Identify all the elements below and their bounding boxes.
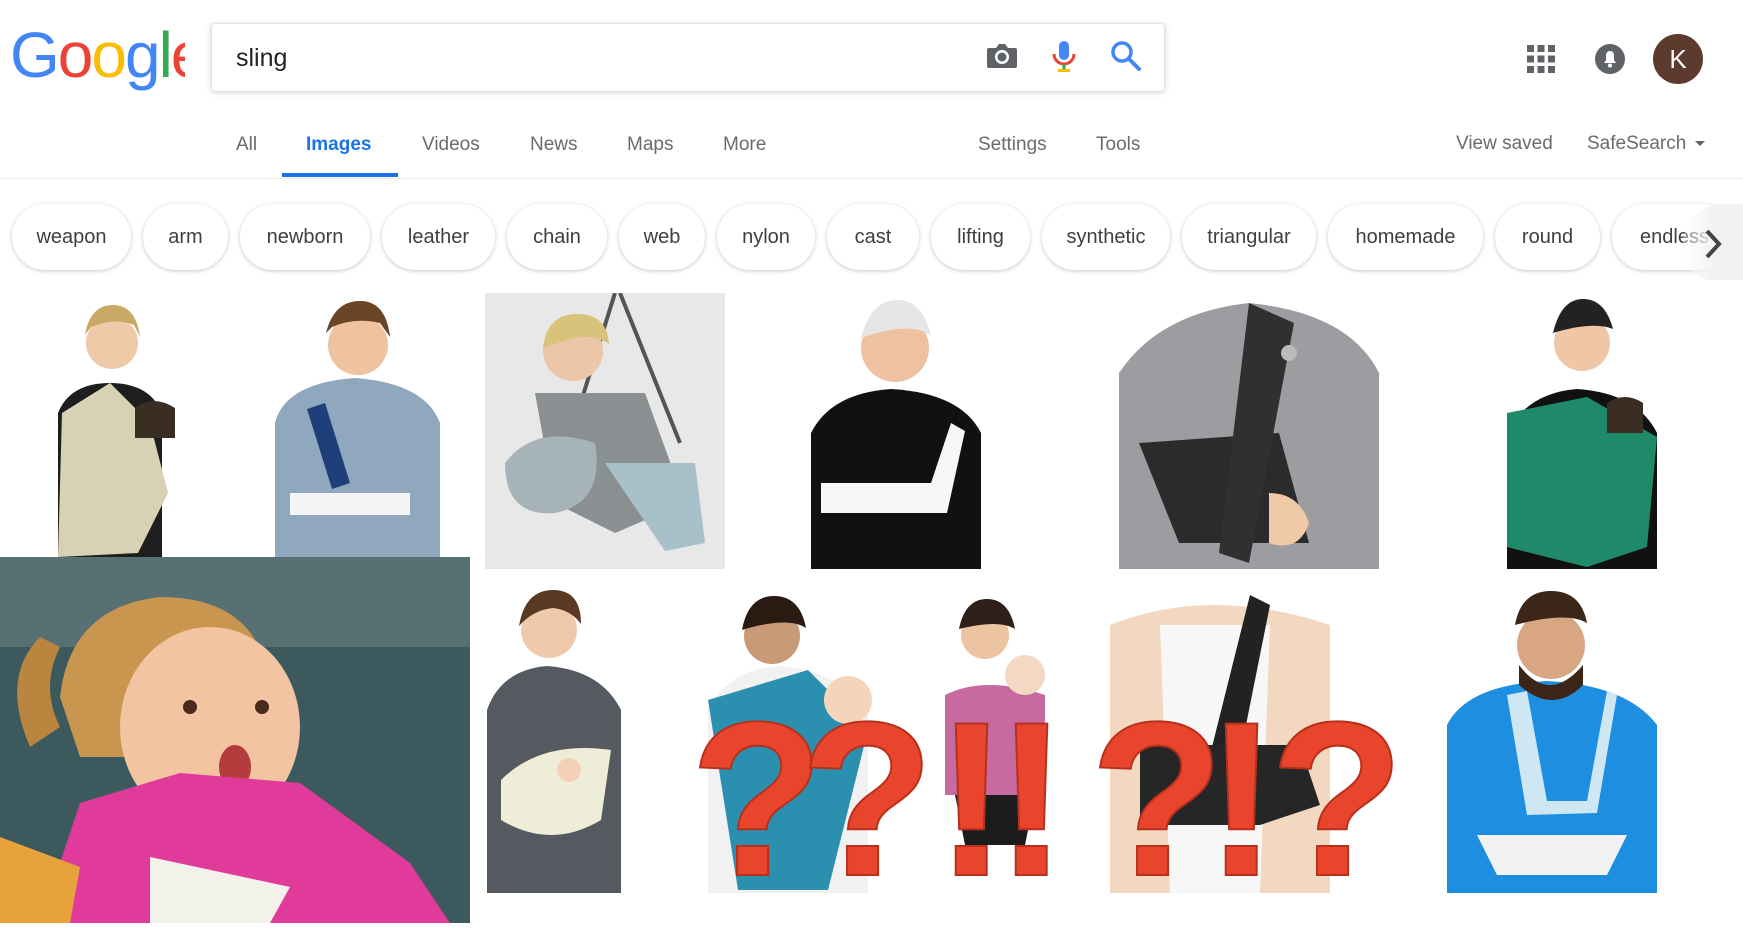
chip-newborn[interactable]: newborn <box>240 204 370 270</box>
search-input[interactable]: sling <box>236 44 287 73</box>
google-logo[interactable]: Google <box>10 22 185 92</box>
image-result[interactable] <box>698 590 898 893</box>
safesearch-dropdown[interactable]: SafeSearch <box>1587 133 1706 155</box>
search-tabs: All Images Videos News Maps More Setting… <box>0 118 1743 179</box>
chip-weapon[interactable]: weapon <box>12 204 131 270</box>
camera-icon[interactable] <box>984 38 1020 74</box>
chip-triangular[interactable]: triangular <box>1182 204 1316 270</box>
microphone-icon[interactable] <box>1046 38 1082 74</box>
image-result[interactable] <box>1487 293 1677 569</box>
image-result[interactable] <box>485 293 725 569</box>
chip-cast[interactable]: cast <box>827 204 919 270</box>
chip-arm[interactable]: arm <box>143 204 228 270</box>
image-result[interactable] <box>230 293 472 557</box>
notifications-icon[interactable] <box>1594 43 1626 75</box>
chip-homemade[interactable]: homemade <box>1328 204 1483 270</box>
image-result[interactable] <box>915 585 1075 893</box>
tab-all[interactable]: All <box>236 134 257 156</box>
image-result[interactable] <box>1100 585 1335 893</box>
image-result[interactable] <box>481 580 631 893</box>
tab-settings[interactable]: Settings <box>978 134 1047 156</box>
chip-lifting[interactable]: lifting <box>931 204 1030 270</box>
image-result[interactable] <box>1437 585 1667 893</box>
chip-nylon[interactable]: nylon <box>717 204 815 270</box>
caret-down-icon <box>1694 140 1705 146</box>
tab-images[interactable]: Images <box>306 134 371 156</box>
chevron-right-icon <box>1705 229 1722 259</box>
chip-synthetic[interactable]: synthetic <box>1042 204 1170 270</box>
active-tab-indicator <box>282 173 398 177</box>
view-saved-link[interactable]: View saved <box>1456 133 1553 155</box>
image-result[interactable] <box>0 293 230 557</box>
tab-maps[interactable]: Maps <box>627 134 673 156</box>
tab-videos[interactable]: Videos <box>422 134 480 156</box>
related-searches-chips: weapon arm newborn leather chain web nyl… <box>0 200 1743 280</box>
image-result[interactable] <box>1099 293 1399 569</box>
svg-text:Google: Google <box>10 22 185 91</box>
search-icon[interactable] <box>1108 38 1144 74</box>
tab-more[interactable]: More <box>723 134 766 156</box>
chip-web[interactable]: web <box>619 204 705 270</box>
search-box[interactable]: sling <box>211 23 1165 92</box>
image-result[interactable] <box>791 293 998 569</box>
apps-grid-icon[interactable] <box>1526 44 1556 74</box>
chip-round[interactable]: round <box>1495 204 1600 270</box>
chip-chain[interactable]: chain <box>507 204 607 270</box>
tab-news[interactable]: News <box>530 134 578 156</box>
account-avatar[interactable]: K <box>1653 34 1703 84</box>
safesearch-label: SafeSearch <box>1587 133 1687 154</box>
meme-image <box>0 557 470 923</box>
tab-tools[interactable]: Tools <box>1096 134 1140 156</box>
chip-leather[interactable]: leather <box>382 204 495 270</box>
